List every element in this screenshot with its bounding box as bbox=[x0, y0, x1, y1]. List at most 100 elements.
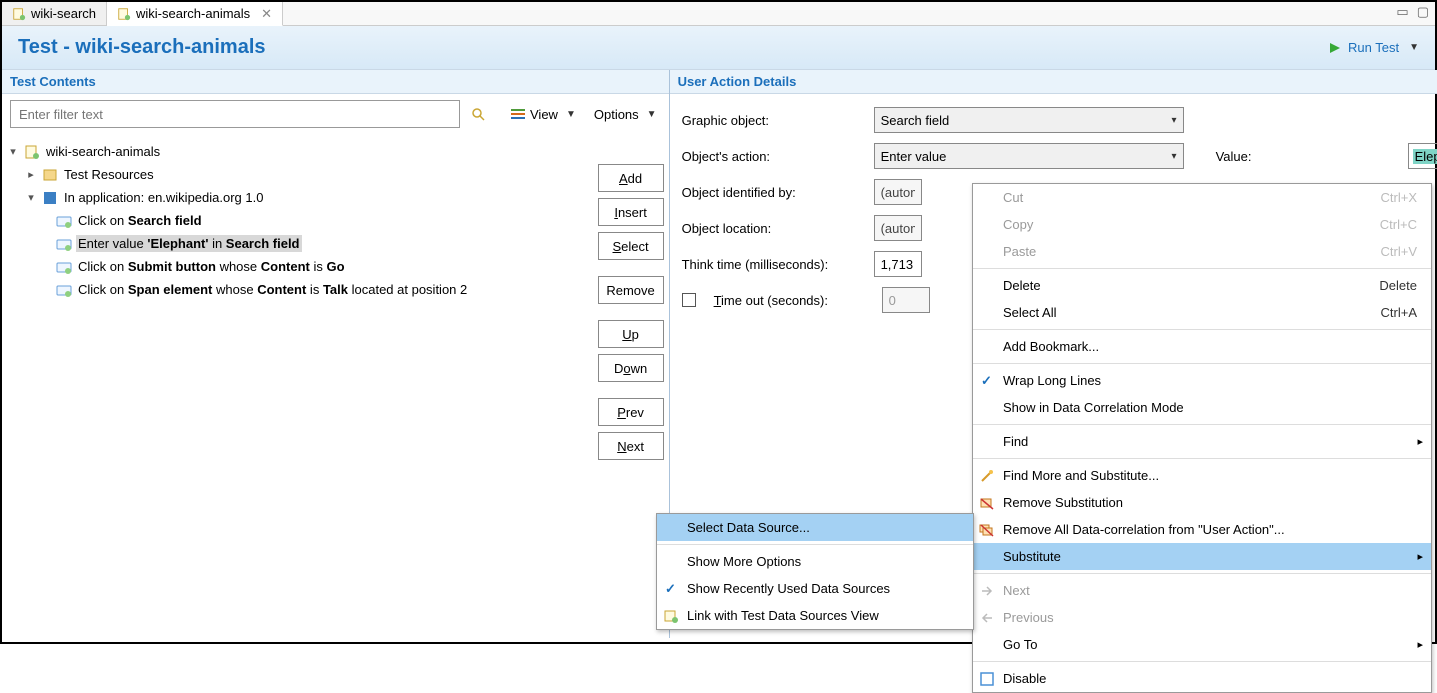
run-icon bbox=[1328, 41, 1342, 55]
add-button[interactable]: AAdddd bbox=[598, 164, 664, 192]
tab-wiki-search[interactable]: wiki-search bbox=[2, 2, 107, 25]
chevron-down-icon: ▼ bbox=[566, 109, 576, 120]
remove-all-icon bbox=[979, 522, 995, 538]
menu-find[interactable]: Find▸ bbox=[973, 428, 1431, 455]
timeout-input[interactable] bbox=[882, 287, 930, 313]
menu-remove-substitution[interactable]: Remove Substitution bbox=[973, 489, 1431, 516]
think-time-input[interactable] bbox=[874, 251, 922, 277]
tree-label: In application: en.wikipedia.org 1.0 bbox=[62, 189, 265, 206]
object-location-input[interactable] bbox=[874, 215, 922, 241]
menu-select-all[interactable]: Select AllCtrl+A bbox=[973, 299, 1431, 326]
expand-icon[interactable]: ▸ bbox=[24, 168, 38, 181]
page-title: Test - wiki-search-animals bbox=[18, 36, 266, 59]
menu-disable[interactable]: Disable bbox=[973, 665, 1431, 692]
options-label: Options bbox=[594, 107, 639, 122]
menu-goto[interactable]: Go To▸ bbox=[973, 631, 1431, 658]
object-action-select[interactable]: Enter value bbox=[874, 143, 1184, 169]
menu-wrap-long-lines[interactable]: ✓Wrap Long Lines bbox=[973, 367, 1431, 394]
run-test-label: Run Test bbox=[1348, 40, 1399, 55]
view-icon bbox=[510, 106, 526, 122]
menu-substitute[interactable]: Substitute▸ bbox=[973, 543, 1431, 570]
click-icon bbox=[56, 213, 72, 229]
options-dropdown[interactable]: Options ▼ bbox=[590, 105, 661, 124]
tree-label: wiki-search-animals bbox=[44, 143, 162, 160]
test-file-icon bbox=[12, 7, 26, 21]
tree-label: Click on Search field bbox=[76, 212, 204, 229]
minimize-icon[interactable]: ▭ bbox=[1396, 4, 1408, 20]
test-file-icon bbox=[117, 7, 131, 21]
up-button[interactable]: Up bbox=[598, 320, 664, 348]
enter-value-icon bbox=[56, 236, 72, 252]
tab-label: wiki-search-animals bbox=[136, 6, 250, 21]
timeout-checkbox[interactable] bbox=[682, 293, 696, 307]
object-action-label: Object's action: bbox=[682, 149, 862, 164]
tree-label: Test Resources bbox=[62, 166, 156, 183]
chevron-down-icon[interactable]: ▼ bbox=[1409, 42, 1419, 53]
submenu-show-recent[interactable]: ✓Show Recently Used Data Sources bbox=[657, 575, 973, 602]
submenu-show-more-options[interactable]: Show More Options bbox=[657, 548, 973, 575]
tab-wiki-search-animals[interactable]: wiki-search-animals ✕ bbox=[107, 2, 283, 26]
collapse-icon[interactable]: ▾ bbox=[6, 145, 20, 158]
remove-sub-icon bbox=[979, 495, 995, 511]
user-action-details-header: User Action Details bbox=[670, 70, 1437, 94]
tree-label: Enter value 'Elephant' in Search field bbox=[76, 235, 302, 252]
resources-icon bbox=[42, 167, 58, 183]
menu-cut: CutCtrl+X bbox=[973, 184, 1431, 211]
view-dropdown[interactable]: View ▼ bbox=[506, 104, 580, 124]
chevron-right-icon: ▸ bbox=[1417, 435, 1423, 448]
tree-step-selected[interactable]: Enter value 'Elephant' in Search field bbox=[6, 232, 589, 255]
window-controls: ▭ ▢ bbox=[1396, 4, 1429, 20]
tab-bar: wiki-search wiki-search-animals ✕ ▭ ▢ bbox=[2, 2, 1435, 26]
value-input[interactable]: Elephant bbox=[1408, 143, 1437, 169]
tree-label: Click on Submit button whose Content is … bbox=[76, 258, 347, 275]
title-bar: Test - wiki-search-animals Run Test ▼ bbox=[2, 26, 1435, 70]
click-icon bbox=[56, 259, 72, 275]
submenu-link-view[interactable]: Link with Test Data Sources View bbox=[657, 602, 973, 629]
tree-resources[interactable]: ▸ Test Resources bbox=[6, 163, 589, 186]
timeout-label: Time out (seconds): bbox=[714, 293, 870, 308]
menu-add-bookmark[interactable]: Add Bookmark... bbox=[973, 333, 1431, 360]
run-test-button[interactable]: Run Test ▼ bbox=[1328, 40, 1419, 55]
checkbox-icon bbox=[979, 671, 995, 687]
object-identified-input[interactable] bbox=[874, 179, 922, 205]
menu-paste: PasteCtrl+V bbox=[973, 238, 1431, 265]
wand-icon bbox=[979, 468, 995, 484]
down-button[interactable]: Down bbox=[598, 354, 664, 382]
think-time-label: Think time (milliseconds): bbox=[682, 257, 862, 272]
next-button[interactable]: Next bbox=[598, 432, 664, 460]
test-contents-toolbar: View ▼ Options ▼ bbox=[2, 94, 669, 134]
tree-step[interactable]: Click on Span element whose Content is T… bbox=[6, 278, 589, 301]
maximize-icon[interactable]: ▢ bbox=[1417, 4, 1429, 20]
test-tree[interactable]: ▾ wiki-search-animals ▸ Test Resources ▾… bbox=[2, 134, 593, 638]
menu-find-more[interactable]: Find More and Substitute... bbox=[973, 462, 1431, 489]
filter-input[interactable] bbox=[10, 100, 460, 128]
submenu-select-data-source[interactable]: Select Data Source... bbox=[657, 514, 973, 541]
context-menu: CutCtrl+X CopyCtrl+C PasteCtrl+V DeleteD… bbox=[972, 183, 1432, 693]
check-icon: ✓ bbox=[981, 373, 992, 389]
menu-remove-all-correlation[interactable]: Remove All Data-correlation from "User A… bbox=[973, 516, 1431, 543]
menu-delete[interactable]: DeleteDelete bbox=[973, 272, 1431, 299]
menu-show-correlation[interactable]: Show in Data Correlation Mode bbox=[973, 394, 1431, 421]
menu-next: Next bbox=[973, 577, 1431, 604]
close-icon[interactable]: ✕ bbox=[261, 6, 272, 22]
graphic-object-label: Graphic object: bbox=[682, 113, 862, 128]
select-button[interactable]: Select bbox=[598, 232, 664, 260]
menu-copy: CopyCtrl+C bbox=[973, 211, 1431, 238]
graphic-object-select[interactable]: Search field bbox=[874, 107, 1184, 133]
insert-button[interactable]: Insert bbox=[598, 198, 664, 226]
check-icon: ✓ bbox=[665, 581, 676, 597]
filter-icon[interactable] bbox=[470, 106, 486, 122]
chevron-right-icon: ▸ bbox=[1417, 550, 1423, 563]
tree-step[interactable]: Click on Submit button whose Content is … bbox=[6, 255, 589, 278]
collapse-icon[interactable]: ▾ bbox=[24, 191, 38, 204]
tree-label: Click on Span element whose Content is T… bbox=[76, 281, 469, 298]
prev-button[interactable]: Prev bbox=[598, 398, 664, 426]
menu-previous: Previous bbox=[973, 604, 1431, 631]
tree-step[interactable]: Click on Search field bbox=[6, 209, 589, 232]
remove-button[interactable]: Remove bbox=[598, 276, 664, 304]
tree-root[interactable]: ▾ wiki-search-animals bbox=[6, 140, 589, 163]
tree-app[interactable]: ▾ In application: en.wikipedia.org 1.0 bbox=[6, 186, 589, 209]
chevron-down-icon: ▼ bbox=[647, 109, 657, 120]
prev-icon bbox=[979, 610, 995, 626]
value-label: Value: bbox=[1216, 149, 1396, 164]
